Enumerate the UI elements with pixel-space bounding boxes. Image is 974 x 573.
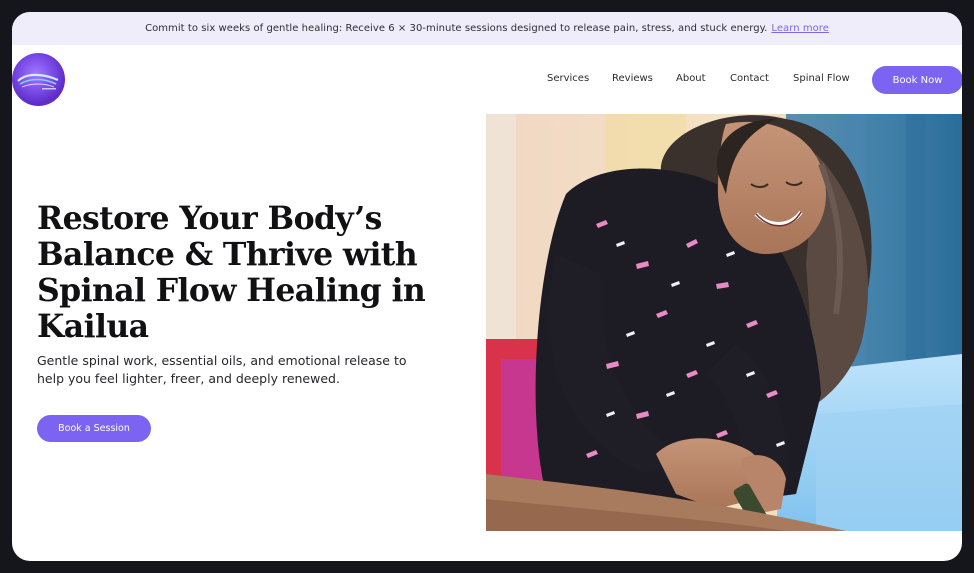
learn-more-link[interactable]: Learn more bbox=[771, 23, 829, 34]
book-now-button[interactable]: Book Now bbox=[872, 66, 962, 94]
nav-reviews[interactable]: Reviews bbox=[612, 73, 653, 84]
nav-services[interactable]: Services bbox=[547, 73, 589, 84]
hero-title: Restore Your Body’s Balance & Thrive wit… bbox=[37, 200, 426, 345]
browser-frame: Commit to six weeks of gentle healing: R… bbox=[12, 12, 962, 561]
nav-about[interactable]: About bbox=[676, 73, 706, 84]
hero-subtitle: Gentle spinal work, essential oils, and … bbox=[37, 353, 407, 386]
nav-spinal-flow[interactable]: Spinal Flow bbox=[793, 73, 850, 84]
announcement-bar: Commit to six weeks of gentle healing: R… bbox=[12, 12, 962, 45]
practitioner-photo bbox=[486, 114, 962, 531]
book-session-button[interactable]: Book a Session bbox=[37, 415, 151, 442]
main-nav: Services Reviews About Contact Spinal Fl… bbox=[12, 66, 962, 96]
announcement-text: Commit to six weeks of gentle healing: R… bbox=[145, 23, 768, 34]
hero-photo bbox=[486, 114, 962, 531]
nav-contact[interactable]: Contact bbox=[730, 73, 769, 84]
